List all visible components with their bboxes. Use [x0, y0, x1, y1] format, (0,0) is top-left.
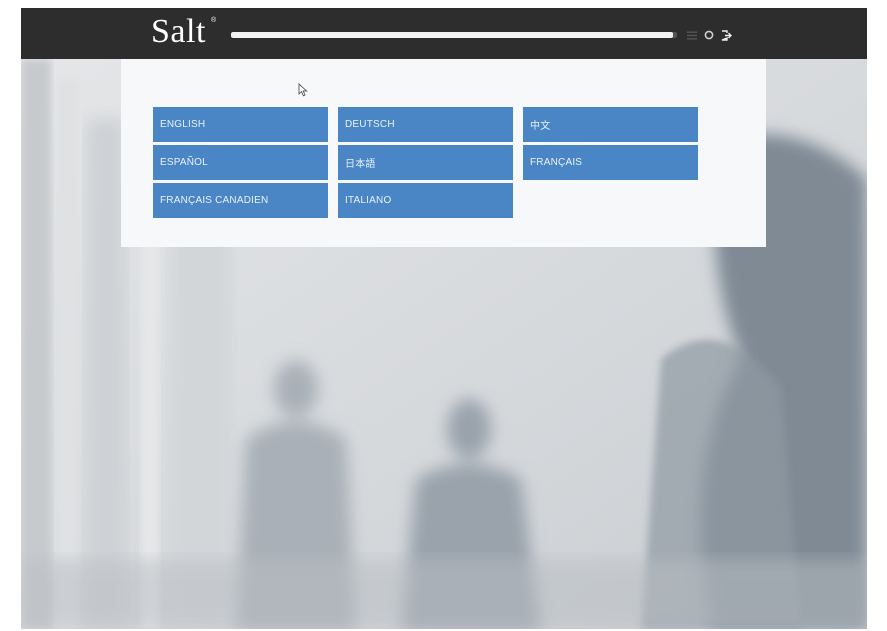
mouse-cursor [298, 83, 308, 97]
language-button-chinese[interactable]: 中文 [523, 107, 698, 142]
course-progress-bar [231, 32, 677, 38]
language-button-francais[interactable]: FRANÇAIS [523, 145, 698, 180]
top-bar-icons [686, 28, 732, 42]
app-frame: Salt ® ENGLISH DEUTSCH 中文 ESPAÑOL 日本語 FR… [21, 8, 867, 629]
logout-icon[interactable] [720, 28, 732, 42]
language-button-deutsch[interactable]: DEUTSCH [338, 107, 513, 142]
language-button-japanese[interactable]: 日本語 [338, 145, 513, 180]
language-selection-panel: ENGLISH DEUTSCH 中文 ESPAÑOL 日本語 FRANÇAIS … [121, 59, 766, 247]
settings-icon[interactable] [703, 28, 715, 42]
language-button-italiano[interactable]: ITALIANO [338, 183, 513, 218]
language-button-espanol[interactable]: ESPAÑOL [153, 145, 328, 180]
menu-icon[interactable] [686, 28, 698, 42]
language-button-francais-canadien[interactable]: FRANÇAIS CANADIEN [153, 183, 328, 218]
top-bar: Salt ® [21, 8, 867, 59]
language-button-english[interactable]: ENGLISH [153, 107, 328, 142]
course-progress-fill [231, 32, 673, 38]
salt-logo: Salt [151, 13, 206, 50]
registered-mark: ® [211, 17, 217, 24]
